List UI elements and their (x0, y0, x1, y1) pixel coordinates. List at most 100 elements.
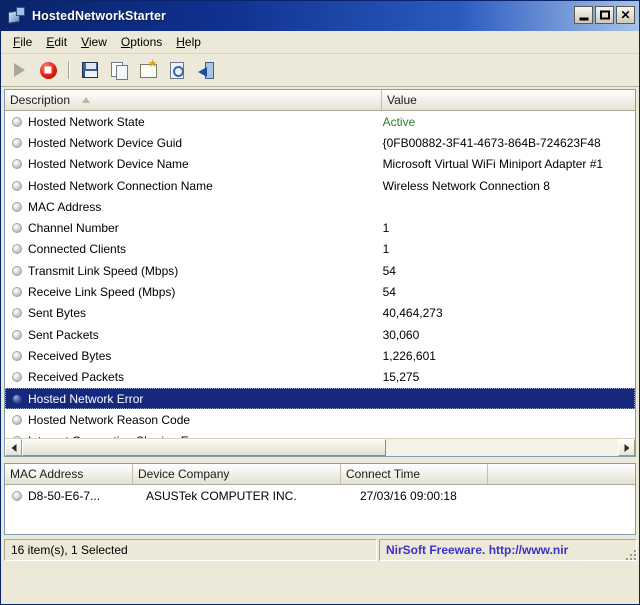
copy-button[interactable] (107, 58, 131, 82)
row-bullet-icon (12, 223, 22, 233)
cell-value: {0FB00882-3F41-4673-864B-724623F48 (377, 136, 635, 150)
table-row[interactable]: Hosted Network Device NameMicrosoft Virt… (5, 154, 635, 175)
row-bullet-icon (12, 394, 22, 404)
table-row[interactable]: Hosted Network Connection NameWireless N… (5, 175, 635, 196)
table-row[interactable]: Receive Link Speed (Mbps)54 (5, 281, 635, 302)
floppy-disk-icon (82, 62, 98, 78)
cell-description: Sent Bytes (28, 306, 377, 320)
cell-description: Hosted Network State (28, 115, 377, 129)
scrollbar-track[interactable] (22, 439, 618, 456)
row-bullet-icon (12, 308, 22, 318)
cell-description: Hosted Network Device Name (28, 157, 377, 171)
table-row[interactable]: Sent Packets30,060 (5, 324, 635, 345)
table-row[interactable]: Connected Clients1 (5, 239, 635, 260)
cell-value: 1 (377, 242, 635, 256)
table-row[interactable]: Channel Number1 (5, 217, 635, 238)
column-header-mac-address-label: MAC Address (10, 467, 83, 481)
stop-icon (40, 62, 57, 79)
table-row[interactable]: Sent Bytes40,464,273 (5, 303, 635, 324)
close-icon: ✕ (620, 9, 630, 21)
menu-help-accel: H (176, 35, 185, 49)
column-header-value[interactable]: Value (382, 90, 635, 110)
table-row[interactable]: Hosted Network Reason Code (5, 409, 635, 430)
html-report-button[interactable] (165, 58, 189, 82)
menu-options-accel: O (121, 35, 130, 49)
window-title: HostedNetworkStarter (32, 9, 166, 23)
row-bullet-icon (12, 117, 22, 127)
title-bar: HostedNetworkStarter ✕ (1, 1, 639, 31)
scroll-left-button[interactable] (5, 439, 22, 456)
connected-clients-list[interactable]: MAC Address Device Company Connect Time … (4, 463, 636, 535)
properties-list-body: Hosted Network StateActiveHosted Network… (5, 111, 635, 438)
cell-value: 1 (377, 221, 635, 235)
menu-edit-label: dit (54, 35, 67, 49)
status-bar: 16 item(s), 1 Selected NirSoft Freeware.… (4, 539, 637, 561)
properties-icon (140, 62, 157, 78)
column-header-mac-address[interactable]: MAC Address (5, 464, 133, 484)
column-header-description[interactable]: Description (5, 90, 382, 110)
menu-options-label: ptions (130, 35, 162, 49)
close-button[interactable]: ✕ (616, 6, 635, 24)
horizontal-scrollbar[interactable] (5, 438, 635, 456)
menu-edit[interactable]: Edit (41, 33, 76, 51)
menu-options[interactable]: Options (116, 33, 171, 51)
cell-description: Sent Packets (28, 328, 377, 342)
cell-description: Internet Connection Sharing Error (28, 434, 377, 438)
network-adapter-icon (7, 7, 25, 25)
menu-file[interactable]: File (8, 33, 41, 51)
row-bullet-icon (12, 415, 22, 425)
column-header-value-label: Value (387, 93, 417, 107)
table-row[interactable]: Hosted Network StateActive (5, 111, 635, 132)
column-header-blank[interactable] (488, 464, 635, 484)
row-bullet-icon (12, 202, 22, 212)
menu-view[interactable]: View (76, 33, 116, 51)
exit-door-icon (198, 62, 214, 78)
exit-button[interactable] (194, 58, 218, 82)
cell-mac-address: D8-50-E6-7... (28, 489, 140, 503)
menu-view-label: iew (89, 35, 107, 49)
client-row[interactable]: D8-50-E6-7...ASUSTek COMPUTER INC.27/03/… (5, 485, 635, 506)
table-row[interactable]: Internet Connection Sharing Error (5, 430, 635, 438)
row-bullet-icon (12, 372, 22, 382)
table-row[interactable]: Hosted Network Error (5, 388, 635, 409)
maximize-button[interactable] (595, 6, 614, 24)
cell-value: 30,060 (377, 328, 635, 342)
row-bullet-icon (12, 287, 22, 297)
menu-help-label: elp (185, 35, 201, 49)
table-row[interactable]: Transmit Link Speed (Mbps)54 (5, 260, 635, 281)
cell-device-company: ASUSTek COMPUTER INC. (140, 489, 354, 503)
column-header-connect-time[interactable]: Connect Time (341, 464, 488, 484)
cell-value: Microsoft Virtual WiFi Miniport Adapter … (377, 157, 635, 171)
column-header-device-company-label: Device Company (138, 467, 229, 481)
menu-help[interactable]: Help (171, 33, 210, 51)
table-row[interactable]: Hosted Network Device Guid{0FB00882-3F41… (5, 132, 635, 153)
table-row[interactable]: Received Bytes1,226,601 (5, 345, 635, 366)
table-row[interactable]: MAC Address (5, 196, 635, 217)
cell-value: 15,275 (377, 370, 635, 384)
cell-description: MAC Address (28, 200, 377, 214)
start-hosted-network-button[interactable] (7, 58, 31, 82)
cell-description: Hosted Network Connection Name (28, 179, 377, 193)
cell-description: Connected Clients (28, 242, 377, 256)
row-bullet-icon (12, 351, 22, 361)
properties-list[interactable]: Description Value Hosted Network StateAc… (4, 89, 636, 457)
minimize-button[interactable] (574, 6, 593, 24)
menu-file-label: ile (20, 35, 32, 49)
cell-value: Active (377, 115, 635, 129)
stop-hosted-network-button[interactable] (36, 58, 60, 82)
properties-button[interactable] (136, 58, 160, 82)
table-row[interactable]: Received Packets15,275 (5, 367, 635, 388)
cell-description: Hosted Network Error (28, 392, 377, 406)
save-button[interactable] (78, 58, 102, 82)
cell-value: 1,226,601 (377, 349, 635, 363)
play-icon (14, 63, 25, 77)
row-bullet-icon (12, 491, 22, 501)
scrollbar-thumb[interactable] (22, 439, 386, 456)
column-header-device-company[interactable]: Device Company (133, 464, 341, 484)
clients-list-body: D8-50-E6-7...ASUSTek COMPUTER INC.27/03/… (5, 485, 635, 534)
scroll-right-button[interactable] (618, 439, 635, 456)
cell-value: 40,464,273 (377, 306, 635, 320)
status-nirsoft-link[interactable]: NirSoft Freeware. http://www.nir (379, 539, 637, 561)
cell-connect-time: 27/03/16 09:00:18 (354, 489, 507, 503)
menu-bar: File Edit View Options Help (1, 31, 639, 54)
